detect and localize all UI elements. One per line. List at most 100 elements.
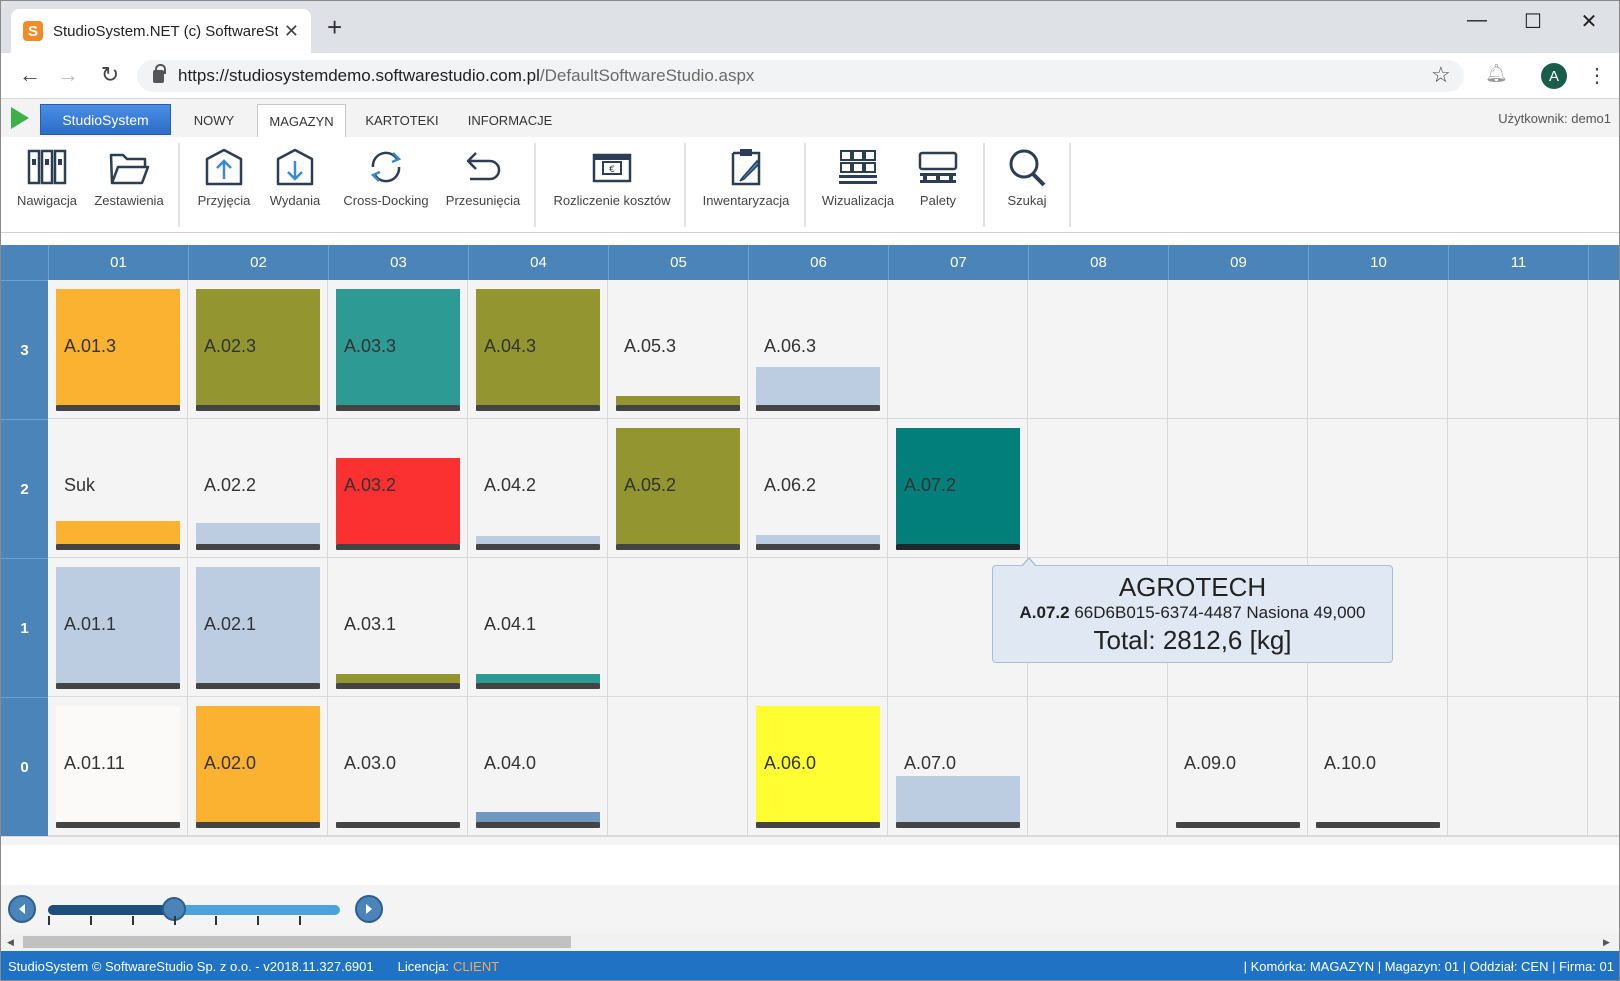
location-fill[interactable] — [336, 458, 460, 544]
location-label[interactable]: A.04.0 — [484, 753, 536, 774]
location-fill[interactable] — [476, 674, 600, 683]
location-label[interactable]: A.06.2 — [764, 475, 816, 496]
bell-icon[interactable]: 🔔︎ — [1485, 63, 1508, 84]
tab-kartoteki[interactable]: KARTOTEKI — [357, 104, 447, 137]
grid-cell[interactable] — [1588, 697, 1619, 836]
row-header-3[interactable]: 3 — [1, 280, 48, 419]
przesuniecia-button[interactable]: Przesunięcia — [441, 137, 525, 233]
grid-cell[interactable] — [1028, 697, 1168, 836]
grid-cell[interactable] — [1028, 280, 1168, 419]
przyjecia-button[interactable]: Przyjęcia — [191, 137, 257, 233]
location-label[interactable]: A.05.2 — [624, 475, 676, 496]
location-label[interactable]: A.01.11 — [64, 753, 125, 774]
new-tab-button[interactable]: + — [327, 14, 342, 40]
grid-cell[interactable] — [1588, 419, 1619, 558]
wizualizacja-button[interactable]: Wizualizacja — [821, 137, 895, 233]
scroll-right-icon[interactable]: ▶ — [1603, 937, 1610, 948]
location-label[interactable]: A.03.0 — [344, 753, 396, 774]
location-label[interactable]: A.07.0 — [904, 753, 956, 774]
row-header-2[interactable]: 2 — [1, 419, 48, 558]
column-header-01[interactable]: 01 — [48, 245, 188, 280]
grid-cell[interactable] — [1448, 697, 1588, 836]
wydania-button[interactable]: Wydania — [263, 137, 327, 233]
location-label[interactable]: A.03.2 — [344, 475, 396, 496]
palety-button[interactable]: Palety — [905, 137, 971, 233]
grid-cell[interactable] — [888, 280, 1028, 419]
location-label[interactable]: A.04.1 — [484, 614, 536, 635]
location-label[interactable]: A.03.3 — [344, 336, 396, 357]
row-header-1[interactable]: 1 — [1, 558, 48, 697]
location-label[interactable]: A.06.3 — [764, 336, 816, 357]
location-label[interactable]: A.04.2 — [484, 475, 536, 496]
column-header-03[interactable]: 03 — [328, 245, 468, 280]
grid-cell[interactable] — [1308, 419, 1448, 558]
reload-button[interactable]: ↻ — [95, 62, 125, 88]
location-fill[interactable] — [56, 521, 180, 544]
horizontal-scrollbar[interactable]: ◀ ▶ — [1, 933, 1619, 951]
location-label[interactable]: A.03.1 — [344, 614, 396, 635]
grid-cell[interactable] — [1588, 558, 1619, 697]
scrollbar-thumb[interactable] — [23, 936, 571, 948]
column-header-08[interactable]: 08 — [1028, 245, 1168, 280]
tab-informacje[interactable]: INFORMACJE — [459, 104, 561, 137]
cross-docking-button[interactable]: Cross-Docking — [341, 137, 431, 233]
close-tab-icon[interactable]: ✕ — [284, 21, 299, 42]
maximize-button[interactable]: ☐ — [1513, 9, 1553, 34]
browser-tab[interactable]: S StudioSystem.NET (c) SoftwareStudio ✕ — [11, 9, 311, 53]
slider-track[interactable] — [48, 905, 340, 915]
column-header-02[interactable]: 02 — [188, 245, 328, 280]
grid-cell[interactable] — [608, 558, 748, 697]
grid-cell[interactable] — [608, 697, 748, 836]
location-fill[interactable] — [196, 523, 320, 544]
profile-avatar[interactable]: A — [1541, 63, 1567, 89]
grid-cell[interactable] — [1028, 419, 1168, 558]
bookmark-star-icon[interactable]: ☆ — [1431, 62, 1451, 88]
column-header-06[interactable]: 06 — [748, 245, 888, 280]
location-label[interactable]: A.02.0 — [204, 753, 256, 774]
szukaj-button[interactable]: Szukaj — [997, 137, 1057, 233]
browser-menu-icon[interactable]: ⋮ — [1587, 63, 1607, 88]
rozliczenie-kosztow-button[interactable]: € Rozliczenie kosztów — [549, 137, 675, 233]
location-label[interactable]: A.04.3 — [484, 336, 536, 357]
location-label[interactable]: A.05.3 — [624, 336, 676, 357]
tab-nowy[interactable]: NOWY — [181, 104, 247, 137]
nawigacja-button[interactable]: Nawigacja — [13, 137, 81, 233]
location-label[interactable]: A.01.3 — [64, 336, 116, 357]
column-header-10[interactable]: 10 — [1308, 245, 1448, 280]
location-fill[interactable] — [476, 536, 600, 544]
grid-cell[interactable] — [1588, 280, 1619, 419]
grid-cell[interactable] — [748, 558, 888, 697]
scroll-left-icon[interactable]: ◀ — [7, 937, 14, 948]
location-fill[interactable] — [756, 367, 880, 405]
column-header-11[interactable]: 11 — [1448, 245, 1588, 280]
location-label[interactable]: A.09.0 — [1184, 753, 1236, 774]
location-fill[interactable] — [476, 812, 600, 822]
row-header-0[interactable]: 0 — [1, 697, 48, 836]
grid-cell[interactable] — [1448, 558, 1588, 697]
location-label[interactable]: A.01.1 — [64, 614, 116, 635]
column-header-07[interactable]: 07 — [888, 245, 1028, 280]
location-label[interactable]: A.10.0 — [1324, 753, 1376, 774]
tab-magazyn[interactable]: MAGAZYN — [257, 104, 346, 137]
location-label[interactable]: A.02.2 — [204, 475, 256, 496]
forward-button[interactable]: → — [53, 62, 83, 88]
zestawienia-button[interactable]: Zestawienia — [92, 137, 166, 233]
location-label[interactable]: A.06.0 — [764, 753, 816, 774]
location-fill[interactable] — [616, 396, 740, 405]
column-header-04[interactable]: 04 — [468, 245, 608, 280]
close-window-button[interactable]: ✕ — [1569, 9, 1609, 34]
studiosystem-button[interactable]: StudioSystem — [40, 104, 171, 135]
column-header-09[interactable]: 09 — [1168, 245, 1308, 280]
location-fill[interactable] — [336, 674, 460, 683]
minimize-button[interactable]: — — [1457, 9, 1497, 32]
back-button[interactable]: ← — [15, 62, 45, 88]
grid-cell[interactable] — [1448, 419, 1588, 558]
location-fill[interactable] — [896, 776, 1020, 822]
location-label[interactable]: A.02.3 — [204, 336, 256, 357]
slider-right-button[interactable] — [355, 895, 383, 923]
column-header-05[interactable]: 05 — [608, 245, 748, 280]
url-field[interactable]: https://studiosystemdemo.softwarestudio.… — [137, 60, 1464, 92]
inwentaryzacja-button[interactable]: Inwentaryzacja — [701, 137, 791, 233]
location-label[interactable]: Suk — [64, 475, 95, 496]
grid-cell[interactable] — [1168, 419, 1308, 558]
